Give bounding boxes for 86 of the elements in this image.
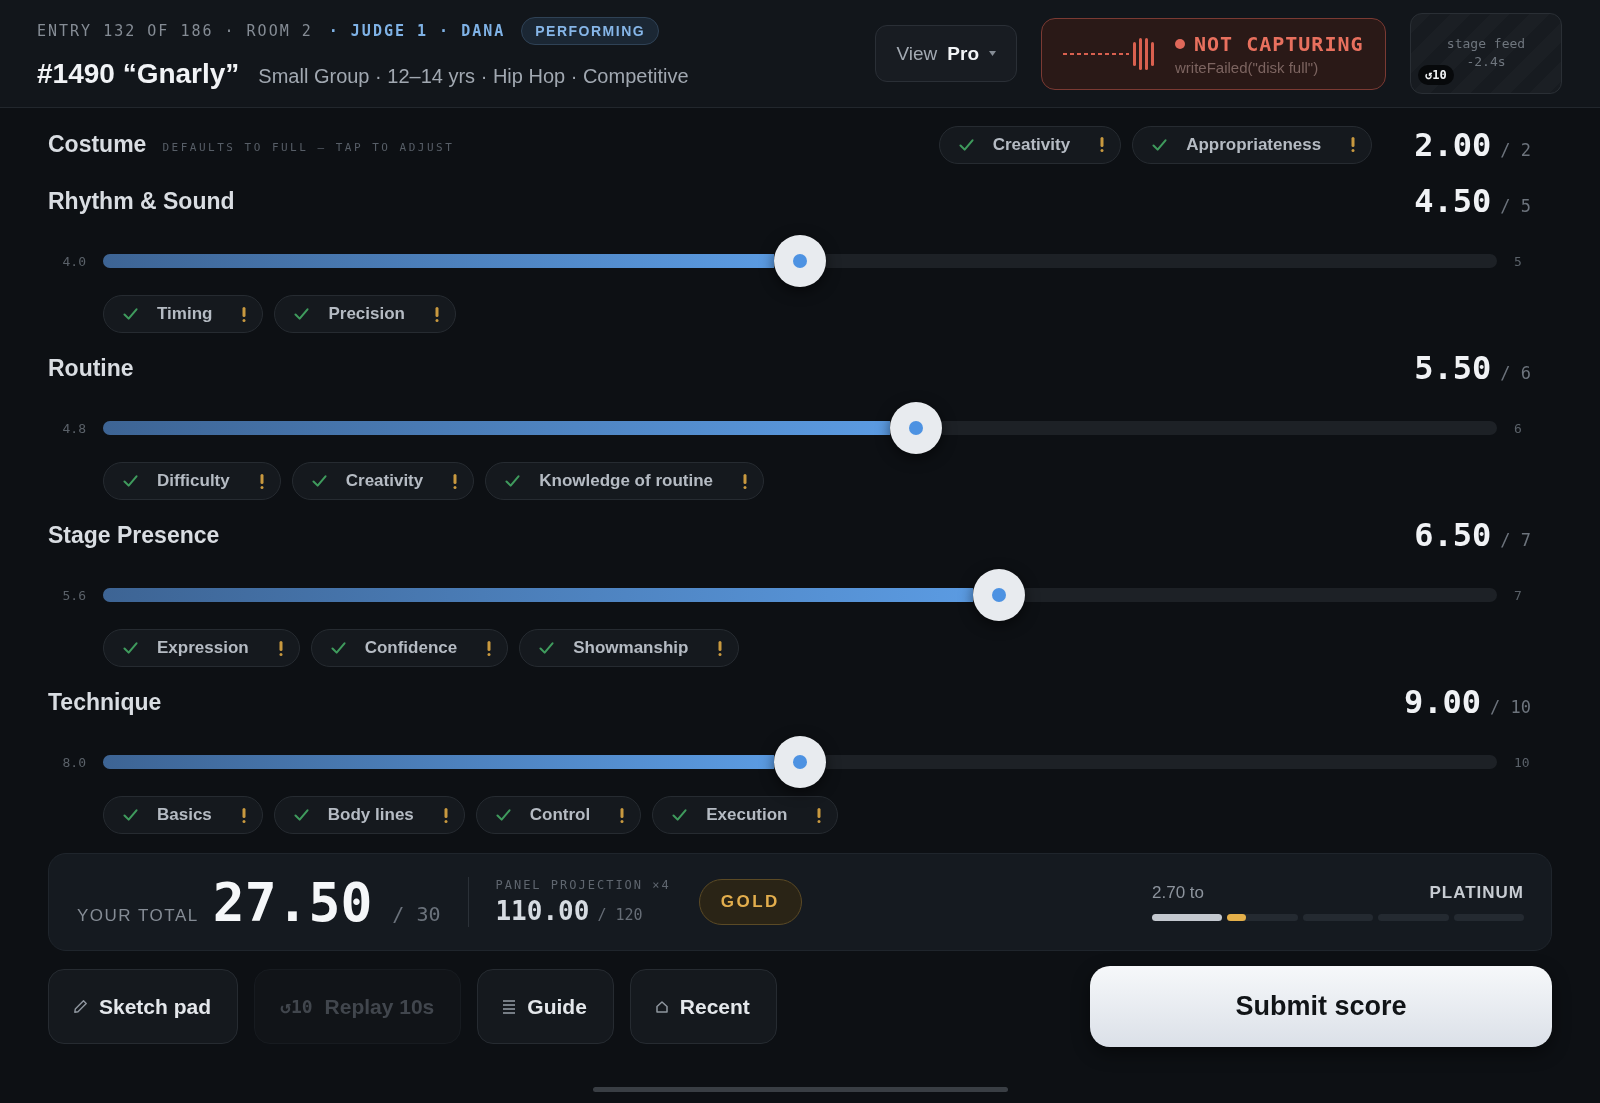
exclamation-icon <box>434 306 439 322</box>
exclamation-icon <box>278 640 283 656</box>
projection-label: PANEL PROJECTION ×4 <box>495 878 671 892</box>
exclamation-icon <box>743 473 747 489</box>
criterion-chip[interactable]: Control <box>475 796 642 834</box>
slider-thumb[interactable] <box>889 402 942 454</box>
house-icon <box>655 1000 668 1013</box>
section-title: Technique <box>48 688 162 716</box>
exclamation-icon <box>241 807 246 823</box>
score-value: 2.00 <box>1414 125 1492 164</box>
score-max: / 2 <box>1500 139 1531 160</box>
range-min-label: 5.6 <box>61 587 86 603</box>
criterion-chip[interactable]: Knowledge of routine <box>485 462 764 500</box>
exclamation-icon <box>817 807 822 823</box>
pencil-icon <box>74 1000 87 1013</box>
criterion-chip[interactable]: Timing <box>103 295 264 333</box>
section-hint: DEFAULTS TO FULL — TAP TO ADJUST <box>162 140 455 154</box>
replay-badge: ↺10 <box>1418 65 1454 85</box>
caret-icon <box>989 51 996 56</box>
criterion-chip[interactable]: Basics <box>103 796 263 834</box>
exclamation-icon <box>443 807 448 823</box>
capture-status: NOT CAPTURING <box>1194 31 1364 56</box>
range-min-label: 8.0 <box>61 754 86 770</box>
exclamation-icon <box>453 473 458 489</box>
range-max-label: 10 <box>1514 754 1531 770</box>
exclamation-icon <box>242 306 247 322</box>
projection-max: / 120 <box>597 906 643 924</box>
submit-button[interactable]: Submit score <box>1090 966 1552 1047</box>
range-min-label: 4.8 <box>61 420 86 436</box>
slider-thumb[interactable] <box>774 736 826 788</box>
exclamation-icon <box>259 473 264 489</box>
list-icon <box>503 999 516 1014</box>
score-max: / 10 <box>1490 697 1531 717</box>
slider-thumb[interactable] <box>973 569 1026 621</box>
section-title: Rhythm & Sound <box>48 187 235 215</box>
exclamation-icon <box>1100 137 1105 152</box>
score-max: / 6 <box>1500 363 1531 383</box>
exclamation-icon <box>718 640 723 656</box>
next-tier-label: PLATINUM <box>1429 883 1524 903</box>
routine-title: #1490 “Gnarly” <box>37 57 240 90</box>
action-button[interactable]: Recent <box>629 969 777 1044</box>
projection-value: 110.00 <box>495 896 590 926</box>
section-title: Routine <box>48 354 134 382</box>
feed-label: stage feed <box>1446 36 1526 51</box>
section-title: Stage Presence <box>48 521 220 549</box>
range-max-label: 6 <box>1514 420 1523 436</box>
criterion-chip[interactable]: Showmanship <box>519 629 740 667</box>
view-menu-button[interactable]: View Pro <box>875 25 1017 82</box>
exclamation-icon <box>1351 137 1356 152</box>
criterion-chip[interactable]: Expression <box>103 629 300 667</box>
range-min-label: 4.0 <box>61 253 86 269</box>
total-max: / 30 <box>392 901 441 926</box>
exclamation-icon <box>487 640 492 656</box>
criterion-chip[interactable]: Creativity <box>938 125 1122 164</box>
criterion-chip[interactable]: Appropriateness <box>1132 125 1373 164</box>
audio-level-icon <box>1063 35 1155 72</box>
criterion-chip[interactable]: Execution <box>652 796 839 834</box>
criterion-chip[interactable]: Creativity <box>291 462 475 500</box>
criterion-chip[interactable]: Precision <box>274 295 456 333</box>
feed-delay: -2.4s <box>1466 54 1506 69</box>
score-value: 5.50 <box>1414 349 1492 387</box>
range-max-label: 5 <box>1514 253 1523 269</box>
exclamation-icon <box>620 807 625 823</box>
judge-info: · JUDGE 1 · DANA <box>328 21 506 40</box>
status-badge: PERFORMING <box>521 16 660 45</box>
section-title: Costume <box>48 131 147 158</box>
action-button[interactable]: Sketch pad <box>48 969 239 1044</box>
action-button[interactable]: Guide <box>477 969 614 1044</box>
criterion-chip[interactable]: Difficulty <box>103 462 281 500</box>
capture-error: writeFailed("disk full") <box>1175 58 1320 76</box>
criterion-chip[interactable]: Confidence <box>310 629 509 667</box>
score-value: 4.50 <box>1414 182 1492 220</box>
score-value: 9.00 <box>1404 683 1482 721</box>
tier-gap-label: 2.70 to <box>1152 883 1204 903</box>
score-value: 6.50 <box>1414 516 1492 554</box>
entry-info: ENTRY 132 OF 186 · ROOM 2 <box>37 21 313 40</box>
award-badge: GOLD <box>698 879 802 925</box>
score-max: / 5 <box>1500 196 1531 216</box>
total-value: 27.50 <box>212 871 373 933</box>
total-label: YOUR TOTAL <box>77 905 199 926</box>
status-dot-icon <box>1175 38 1185 49</box>
criterion-chip[interactable]: Body lines <box>273 796 465 834</box>
slider-thumb[interactable] <box>774 235 826 287</box>
range-max-label: 7 <box>1514 587 1523 603</box>
routine-details: Small Group · 12–14 yrs · Hip Hop · Competitive <box>258 64 689 88</box>
score-max: / 7 <box>1500 530 1531 550</box>
